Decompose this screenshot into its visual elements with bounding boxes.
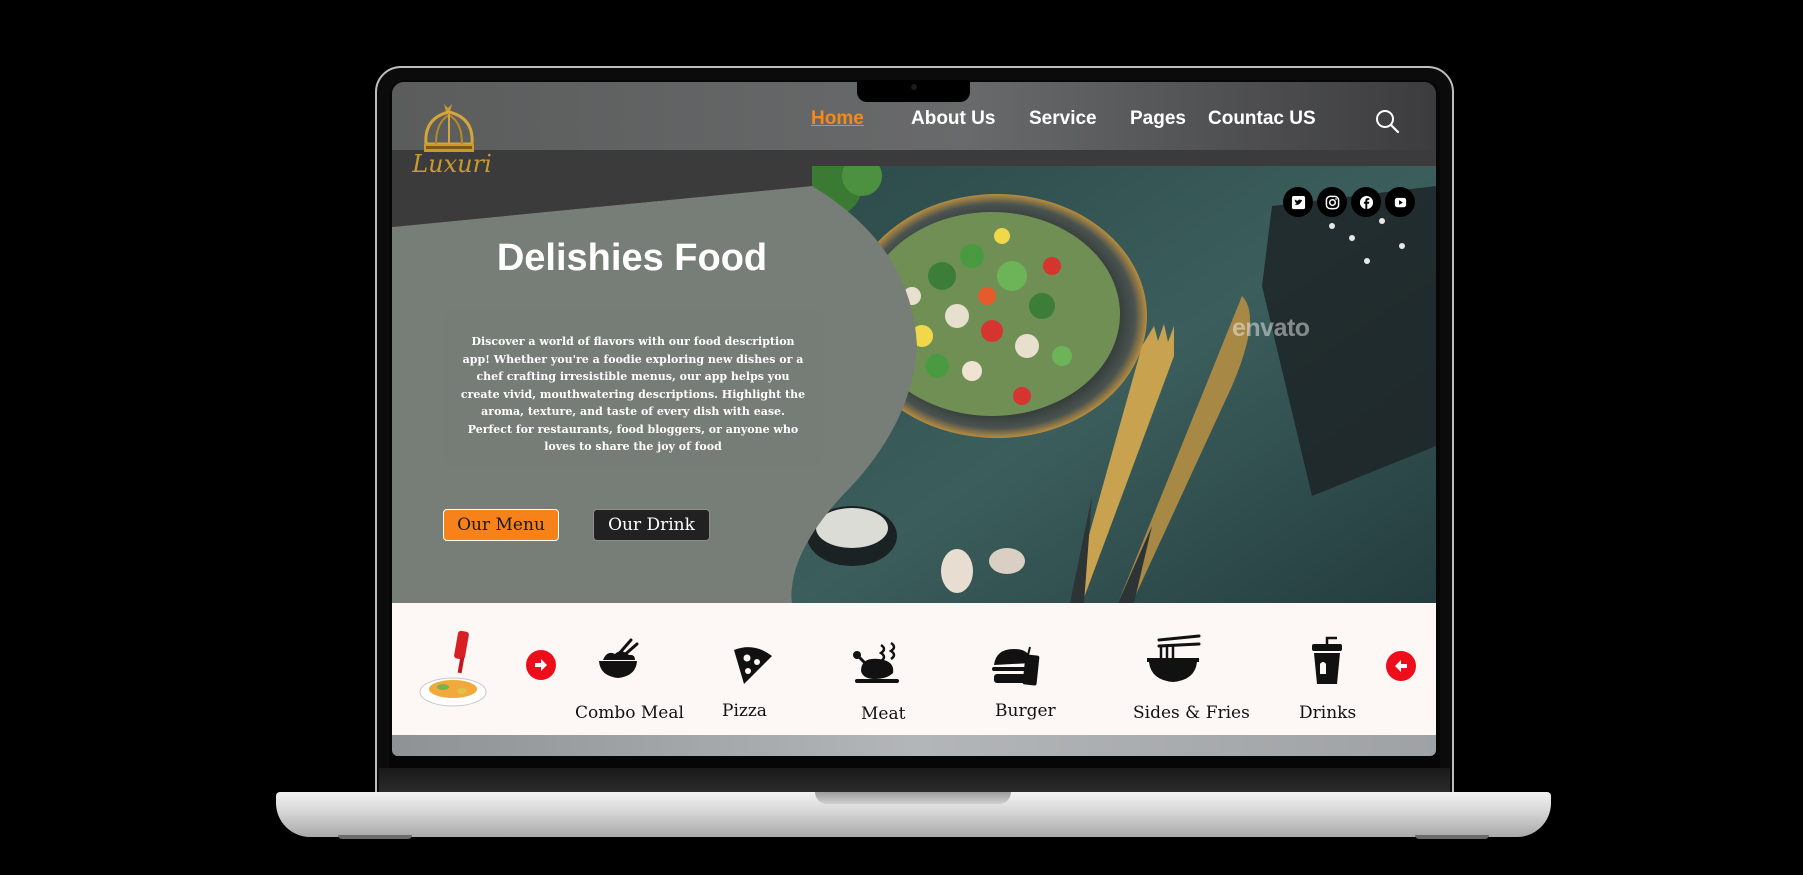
our-drink-button[interactable]: Our Drink	[593, 509, 710, 541]
hero-description: Discover a world of flavors with our foo…	[460, 335, 806, 453]
burger-icon	[992, 646, 1040, 686]
screen-bottom-strip	[392, 735, 1436, 756]
carousel-prev-button[interactable]	[526, 650, 556, 680]
watermark-text: envato	[1232, 314, 1310, 342]
category-label: Pizza	[722, 701, 767, 721]
noodle-bowl-icon	[1147, 634, 1201, 682]
laptop-foot-left	[338, 835, 412, 839]
featured-dish-icon[interactable]	[418, 629, 488, 709]
arrow-left-icon	[1395, 660, 1407, 672]
search-icon[interactable]	[1374, 108, 1400, 134]
roast-chicken-icon	[853, 641, 899, 683]
facebook-icon[interactable]	[1351, 187, 1381, 217]
brand-logo[interactable]: Luxuri	[412, 100, 496, 182]
logo-text: Luxuri	[412, 150, 492, 178]
arrow-right-icon	[535, 659, 547, 671]
rice-bowl-icon	[599, 638, 639, 678]
category-label: Sides & Fries	[1133, 703, 1250, 723]
carousel-next-button[interactable]	[1386, 651, 1416, 681]
youtube-icon[interactable]	[1385, 187, 1415, 217]
nav-home[interactable]: Home	[811, 108, 864, 130]
pizza-slice-icon	[734, 647, 772, 684]
category-label: Burger	[995, 701, 1056, 721]
category-strip: Combo Meal Pizza Meat Burger Sides & Fri…	[392, 603, 1436, 735]
twitter-icon[interactable]	[1283, 187, 1313, 217]
nav-about-us[interactable]: About Us	[911, 108, 995, 130]
laptop-opening-notch	[815, 792, 1011, 804]
instagram-icon[interactable]	[1317, 187, 1347, 217]
drink-cup-icon	[1312, 636, 1342, 684]
category-label: Drinks	[1299, 703, 1357, 723]
category-label: Combo Meal	[575, 703, 684, 723]
camera-lens	[911, 84, 917, 90]
laptop-hinge	[379, 768, 1450, 792]
laptop-foot-right	[1415, 835, 1489, 839]
laptop-screen: Home About Us Service Pages Countac US L…	[392, 82, 1436, 756]
hero-title: Delishies Food	[496, 237, 768, 279]
nav-service[interactable]: Service	[1029, 108, 1097, 130]
our-menu-button[interactable]: Our Menu	[443, 509, 559, 541]
nav-pages[interactable]: Pages	[1130, 108, 1186, 130]
category-label: Meat	[861, 704, 906, 724]
nav-contact-us[interactable]: Countac US	[1208, 108, 1316, 130]
